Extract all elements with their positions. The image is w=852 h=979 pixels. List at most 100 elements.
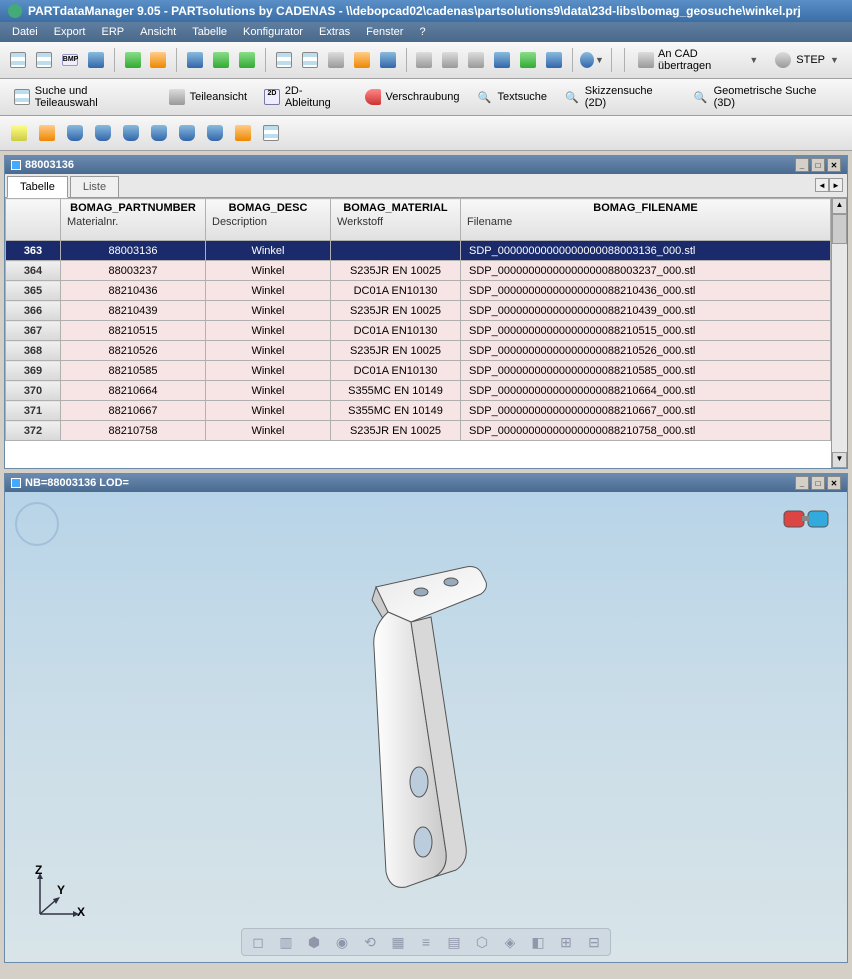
menu-erp[interactable]: ERP bbox=[93, 24, 132, 40]
toolbar-btn-2[interactable] bbox=[32, 47, 56, 73]
cell-desc[interactable]: Winkel bbox=[206, 421, 331, 441]
db-btn-7[interactable] bbox=[174, 120, 200, 146]
toolbar-btn-globe[interactable]: ▼ bbox=[579, 47, 605, 73]
viewport-3d[interactable]: Z Y X ◻ ▥ ⬢ ◉ ⟲ ▦ ≡ ▤ ⬡ ◈ ◧ ⊞ ⊟ bbox=[5, 492, 847, 962]
table-row[interactable]: 37288210758WinkelS235JR EN 10025SDP_0000… bbox=[6, 421, 831, 441]
toolbar-btn-11[interactable] bbox=[298, 47, 322, 73]
view-btn-11[interactable]: ◧ bbox=[528, 932, 548, 952]
cell-rownum[interactable]: 365 bbox=[6, 281, 61, 301]
derivation-2d-button[interactable]: 2D 2D-Ableitung bbox=[256, 83, 354, 111]
cell-material[interactable]: S355MC EN 10149 bbox=[331, 401, 461, 421]
menu-datei[interactable]: Datei bbox=[4, 24, 46, 40]
toolbar-btn-9[interactable] bbox=[235, 47, 259, 73]
db-btn-8[interactable] bbox=[202, 120, 228, 146]
cell-partnumber[interactable]: 88210585 bbox=[61, 361, 206, 381]
cell-partnumber[interactable]: 88210515 bbox=[61, 321, 206, 341]
cell-rownum[interactable]: 366 bbox=[6, 301, 61, 321]
data-grid[interactable]: BOMAG_PARTNUMBERMaterialnr. BOMAG_DESCDe… bbox=[5, 198, 831, 441]
cad-format-button[interactable]: STEP ▼ bbox=[767, 46, 846, 74]
maximize-button[interactable]: □ bbox=[811, 158, 825, 172]
toolbar-btn-bmp[interactable]: BMP bbox=[58, 47, 82, 73]
db-btn-2[interactable] bbox=[34, 120, 60, 146]
part-view-button[interactable]: Teileansicht bbox=[161, 83, 254, 111]
view-btn-9[interactable]: ⬡ bbox=[472, 932, 492, 952]
table-row[interactable]: 36388003136WinkelSDP_0000000000000000008… bbox=[6, 241, 831, 261]
tab-nav-right[interactable]: ► bbox=[829, 178, 843, 192]
minimize-button[interactable]: _ bbox=[795, 476, 809, 490]
cell-filename[interactable]: SDP_00000000000000000088210664_000.stl bbox=[461, 381, 831, 401]
sketch-search-button[interactable]: 🔍 Skizzensuche (2D) bbox=[556, 83, 683, 111]
view-btn-1[interactable]: ◻ bbox=[248, 932, 268, 952]
cell-filename[interactable]: SDP_00000000000000000088210439_000.stl bbox=[461, 301, 831, 321]
cell-desc[interactable]: Winkel bbox=[206, 321, 331, 341]
db-btn-5[interactable] bbox=[118, 120, 144, 146]
toolbar-btn-14[interactable] bbox=[376, 47, 400, 73]
cell-desc[interactable]: Winkel bbox=[206, 381, 331, 401]
toolbar-btn-6[interactable] bbox=[147, 47, 171, 73]
menu-konfigurator[interactable]: Konfigurator bbox=[235, 24, 311, 40]
cell-desc[interactable]: Winkel bbox=[206, 301, 331, 321]
header-desc[interactable]: BOMAG_DESCDescription bbox=[206, 199, 331, 241]
vertical-scrollbar[interactable]: ▲ ▼ bbox=[831, 198, 847, 468]
toolbar-btn-12[interactable] bbox=[324, 47, 348, 73]
cell-rownum[interactable]: 371 bbox=[6, 401, 61, 421]
toolbar-btn-5[interactable] bbox=[121, 47, 145, 73]
toolbar-btn-17[interactable] bbox=[464, 47, 488, 73]
cell-filename[interactable]: SDP_00000000000000000088210667_000.stl bbox=[461, 401, 831, 421]
db-btn-4[interactable] bbox=[90, 120, 116, 146]
toolbar-btn-8[interactable] bbox=[209, 47, 233, 73]
table-row[interactable]: 37188210667WinkelS355MC EN 10149SDP_0000… bbox=[6, 401, 831, 421]
cell-partnumber[interactable]: 88210758 bbox=[61, 421, 206, 441]
cell-material[interactable]: S235JR EN 10025 bbox=[331, 301, 461, 321]
cell-material[interactable]: S235JR EN 10025 bbox=[331, 421, 461, 441]
maximize-button[interactable]: □ bbox=[811, 476, 825, 490]
toolbar-btn-18[interactable] bbox=[490, 47, 514, 73]
toolbar-btn-13[interactable] bbox=[350, 47, 374, 73]
cell-filename[interactable]: SDP_00000000000000000088210515_000.stl bbox=[461, 321, 831, 341]
table-row[interactable]: 36588210436WinkelDC01A EN10130SDP_000000… bbox=[6, 281, 831, 301]
db-btn-3[interactable] bbox=[62, 120, 88, 146]
view-btn-8[interactable]: ▤ bbox=[444, 932, 464, 952]
view-btn-4[interactable]: ◉ bbox=[332, 932, 352, 952]
cell-desc[interactable]: Winkel bbox=[206, 341, 331, 361]
tab-nav-left[interactable]: ◄ bbox=[815, 178, 829, 192]
cell-rownum[interactable]: 372 bbox=[6, 421, 61, 441]
menu-export[interactable]: Export bbox=[46, 24, 94, 40]
cell-filename[interactable]: SDP_00000000000000000088210585_000.stl bbox=[461, 361, 831, 381]
cell-partnumber[interactable]: 88210439 bbox=[61, 301, 206, 321]
cell-material[interactable]: S355MC EN 10149 bbox=[331, 381, 461, 401]
toolbar-btn-16[interactable] bbox=[438, 47, 462, 73]
toolbar-btn-7[interactable] bbox=[183, 47, 207, 73]
close-button[interactable]: ✕ bbox=[827, 158, 841, 172]
cell-desc[interactable]: Winkel bbox=[206, 401, 331, 421]
view-btn-5[interactable]: ⟲ bbox=[360, 932, 380, 952]
scroll-down-icon[interactable]: ▼ bbox=[832, 452, 847, 468]
menu-fenster[interactable]: Fenster bbox=[358, 24, 411, 40]
view-btn-7[interactable]: ≡ bbox=[416, 932, 436, 952]
cell-filename[interactable]: SDP_00000000000000000088210758_000.stl bbox=[461, 421, 831, 441]
cell-desc[interactable]: Winkel bbox=[206, 281, 331, 301]
cad-transfer-button[interactable]: An CAD übertragen ▼ bbox=[631, 46, 766, 74]
text-search-button[interactable]: 🔍 Textsuche bbox=[469, 83, 555, 111]
search-parts-button[interactable]: Suche und Teileauswahl bbox=[6, 83, 159, 111]
cell-filename[interactable]: SDP_00000000000000000088003136_000.stl bbox=[461, 241, 831, 261]
menu-ansicht[interactable]: Ansicht bbox=[132, 24, 184, 40]
cell-partnumber[interactable]: 88210436 bbox=[61, 281, 206, 301]
header-rownum[interactable] bbox=[6, 199, 61, 241]
cell-partnumber[interactable]: 88210664 bbox=[61, 381, 206, 401]
toolbar-btn-15[interactable] bbox=[413, 47, 437, 73]
header-partnumber[interactable]: BOMAG_PARTNUMBERMaterialnr. bbox=[61, 199, 206, 241]
cell-desc[interactable]: Winkel bbox=[206, 241, 331, 261]
menu-tabelle[interactable]: Tabelle bbox=[184, 24, 235, 40]
cell-partnumber[interactable]: 88210526 bbox=[61, 341, 206, 361]
view-btn-12[interactable]: ⊞ bbox=[556, 932, 576, 952]
cell-partnumber[interactable]: 88003136 bbox=[61, 241, 206, 261]
cell-material[interactable] bbox=[331, 241, 461, 261]
stereo-3d-icon[interactable] bbox=[782, 507, 832, 536]
table-row[interactable]: 36788210515WinkelDC01A EN10130SDP_000000… bbox=[6, 321, 831, 341]
table-row[interactable]: 36988210585WinkelDC01A EN10130SDP_000000… bbox=[6, 361, 831, 381]
cell-desc[interactable]: Winkel bbox=[206, 361, 331, 381]
table-panel-header[interactable]: 88003136 _ □ ✕ bbox=[5, 156, 847, 174]
toolbar-btn-19[interactable] bbox=[516, 47, 540, 73]
screw-button[interactable]: Verschraubung bbox=[357, 83, 467, 111]
